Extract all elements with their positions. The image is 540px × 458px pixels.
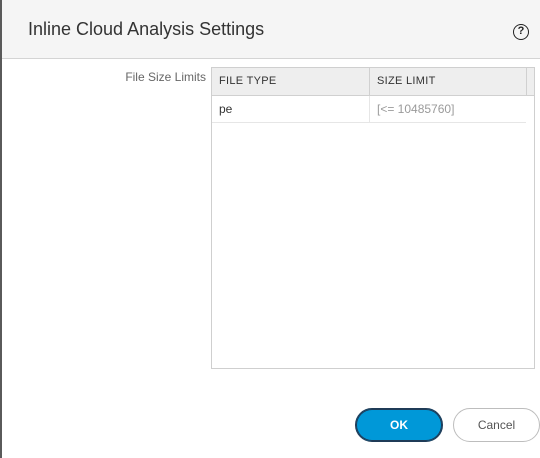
ok-button[interactable]: OK — [355, 408, 443, 442]
header-scroll-spacer — [526, 68, 534, 95]
dialog: Inline Cloud Analysis Settings ? File Si… — [0, 0, 540, 458]
cancel-button[interactable]: Cancel — [453, 408, 540, 442]
dialog-header: Inline Cloud Analysis Settings ? — [2, 0, 540, 59]
cell-size-limit[interactable]: [<= 10485760] — [370, 96, 526, 122]
file-size-limits-label: File Size Limits — [125, 70, 206, 84]
cell-file-type: pe — [212, 96, 370, 122]
file-size-limits-table: FILE TYPE SIZE LIMIT pe [<= 10485760] — [211, 67, 535, 369]
column-header-size-limit[interactable]: SIZE LIMIT — [370, 68, 526, 95]
table-header: FILE TYPE SIZE LIMIT — [212, 68, 534, 96]
dialog-title: Inline Cloud Analysis Settings — [28, 19, 265, 39]
help-icon[interactable]: ? — [513, 24, 529, 40]
table-row[interactable]: pe [<= 10485760] — [212, 96, 526, 123]
column-header-file-type[interactable]: FILE TYPE — [212, 68, 370, 95]
